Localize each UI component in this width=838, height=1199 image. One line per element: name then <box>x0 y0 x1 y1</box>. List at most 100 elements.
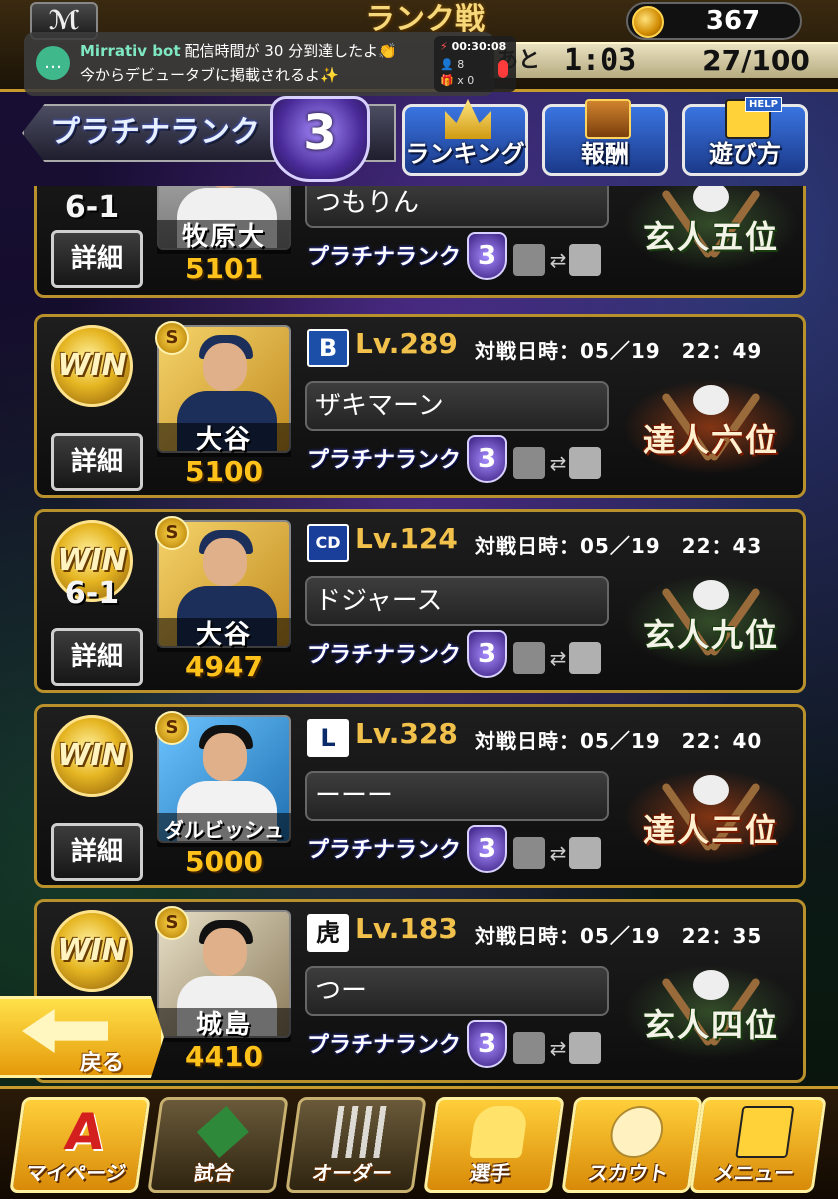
nav-label: 選手 <box>468 1161 512 1185</box>
head-shape <box>203 733 247 781</box>
opponent-level: Lv.183 <box>355 912 458 945</box>
result-label: WIN <box>57 933 127 968</box>
match-card[interactable]: WIN 詳細 S ダルビッシュ 5000 L Lv.328 対戦日時：05／19… <box>34 704 806 888</box>
battle-date: 対戦日時：05／19 22：35 <box>475 924 763 948</box>
ranking-label: ランキング <box>405 140 525 168</box>
ball-icon <box>693 970 729 1000</box>
match-card[interactable]: 6-1 詳細 牧原大 5101 つもりん プラチナランク 3 ⇄ 玄人五位 <box>34 186 806 298</box>
nav-game[interactable]: 試合 <box>147 1097 289 1193</box>
coin-icon <box>632 6 664 38</box>
opponent-name: ーーー <box>305 771 609 821</box>
player-score: 5000 <box>185 845 263 878</box>
viewer-count: 👤 8 <box>440 58 465 71</box>
elapsed-value: 00:30:08 <box>451 40 507 53</box>
time-left-value: 1:03 <box>564 43 637 78</box>
match-history-list[interactable]: 6-1 詳細 牧原大 5101 つもりん プラチナランク 3 ⇄ 玄人五位 WI… <box>26 186 812 1086</box>
back-label: 戻る <box>80 1051 125 1076</box>
match-card[interactable]: WIN 詳細 S 大谷 5100 B Lv.289 対戦日時：05／19 22：… <box>34 314 806 498</box>
nav-menu[interactable]: メニュー <box>689 1097 827 1193</box>
elapsed-time: ⚡ 00:30:08 <box>440 40 507 53</box>
result-label: WIN <box>57 543 127 578</box>
rank-title-badge: 達人六位 <box>623 379 799 475</box>
help-tag: HELP <box>745 97 782 112</box>
mode-icons: ⇄ <box>513 642 603 674</box>
gift-value: x 0 <box>457 74 475 87</box>
swap-arrows-icon: ⇄ <box>549 646 567 670</box>
mode-icons: ⇄ <box>513 447 603 479</box>
notification-title: Mirrativ bot 配信時間が 30 分到達したよ👏 <box>80 40 397 61</box>
menu-icon <box>735 1106 795 1158</box>
mode-icons: ⇄ <box>513 837 603 869</box>
coin-value: 367 <box>705 6 761 36</box>
detail-button[interactable]: 詳細 <box>51 823 143 881</box>
coin-counter[interactable]: 367 <box>626 2 802 40</box>
opponent-rank-emblem-icon: 3 <box>467 1020 507 1068</box>
detail-button[interactable]: 詳細 <box>51 628 143 686</box>
notification-line2: 今からデビュータブに掲載されるよ✨ <box>80 66 339 84</box>
head-shape <box>203 928 247 976</box>
bottom-nav: A マイページ 試合 オーダー 選手 スカウト メニュー <box>0 1086 838 1199</box>
rank-title: 玄人五位 <box>642 218 779 256</box>
nav-mypage[interactable]: A マイページ <box>9 1097 151 1193</box>
chat-bubble-icon: … <box>36 46 70 80</box>
opponent-icon <box>569 642 601 674</box>
opponent-rank-emblem-icon: 3 <box>467 435 507 483</box>
opponent-name: ザキマーン <box>305 381 609 431</box>
rank-title: 達人六位 <box>642 421 779 459</box>
player-name: 城島 <box>157 1008 291 1042</box>
mode-icons: ⇄ <box>513 244 603 276</box>
opponent-icon <box>569 447 601 479</box>
stadium-icon <box>193 1106 252 1158</box>
swap-arrows-icon: ⇄ <box>549 1036 567 1060</box>
bot-name: Mirrativ bot <box>80 42 181 60</box>
a-logo-icon: A <box>61 1103 109 1161</box>
rank-title-badge: 玄人四位 <box>623 964 799 1060</box>
detail-button[interactable]: 詳細 <box>51 230 143 288</box>
swap-arrows-icon: ⇄ <box>549 248 567 272</box>
rank-title: 達人三位 <box>642 811 779 849</box>
opponent-rank: プラチナランク <box>307 245 462 270</box>
stream-notification[interactable]: … Mirrativ bot 配信時間が 30 分到達したよ👏 今からデビュータブ… <box>24 32 516 96</box>
opponent-icon <box>569 1032 601 1064</box>
team-logo-icon: 虎 <box>307 914 349 952</box>
nav-scout[interactable]: スカウト <box>561 1097 703 1193</box>
ball-icon <box>693 775 729 805</box>
nav-order[interactable]: オーダー <box>285 1097 427 1193</box>
rank-title: 玄人九位 <box>642 616 779 654</box>
me-icon <box>513 837 545 869</box>
nav-label: マイページ <box>24 1161 128 1185</box>
player-icon <box>469 1106 529 1158</box>
player-name: 牧原大 <box>157 220 291 254</box>
grade-badge-icon: S <box>155 711 189 745</box>
nav-label: オーダー <box>310 1161 394 1185</box>
ranking-button[interactable]: ランキング <box>402 99 528 176</box>
nav-players[interactable]: 選手 <box>423 1097 565 1193</box>
back-button[interactable]: 戻る <box>0 996 164 1078</box>
rank-emblem-icon: 3 <box>270 96 370 182</box>
player-score: 5101 <box>185 252 263 285</box>
match-card[interactable]: WIN 6-1 詳細 S 大谷 4947 CD Lv.124 対戦日時：05／1… <box>34 509 806 693</box>
match-score: 6-1 <box>64 576 120 611</box>
ball-icon <box>693 385 729 415</box>
win-badge-icon: WIN <box>51 910 133 992</box>
opponent-rank-emblem-icon: 3 <box>467 630 507 678</box>
me-icon <box>513 244 545 276</box>
detail-button[interactable]: 詳細 <box>51 433 143 491</box>
mic-icon[interactable] <box>498 60 508 78</box>
nav-label: スカウト <box>586 1161 670 1185</box>
rewards-button[interactable]: 報酬 <box>542 99 668 176</box>
player-score: 4947 <box>185 650 263 683</box>
opponent-rank: プラチナランク <box>307 838 462 863</box>
opponent-rank: プラチナランク <box>307 448 462 473</box>
opponent-rank-emblem-icon: 3 <box>467 232 507 280</box>
how-to-play-button[interactable]: HELP 遊び方 <box>682 97 808 176</box>
grade-badge-icon: S <box>155 906 189 940</box>
opponent-level: Lv.328 <box>355 717 458 750</box>
grade-badge-icon: S <box>155 321 189 355</box>
grade-badge-icon: S <box>155 516 189 550</box>
ball-icon <box>693 186 729 212</box>
rank-level: 3 <box>303 105 337 161</box>
how-to-play-label: 遊び方 <box>709 140 781 168</box>
me-icon <box>513 1032 545 1064</box>
player-score: 5100 <box>185 455 263 488</box>
